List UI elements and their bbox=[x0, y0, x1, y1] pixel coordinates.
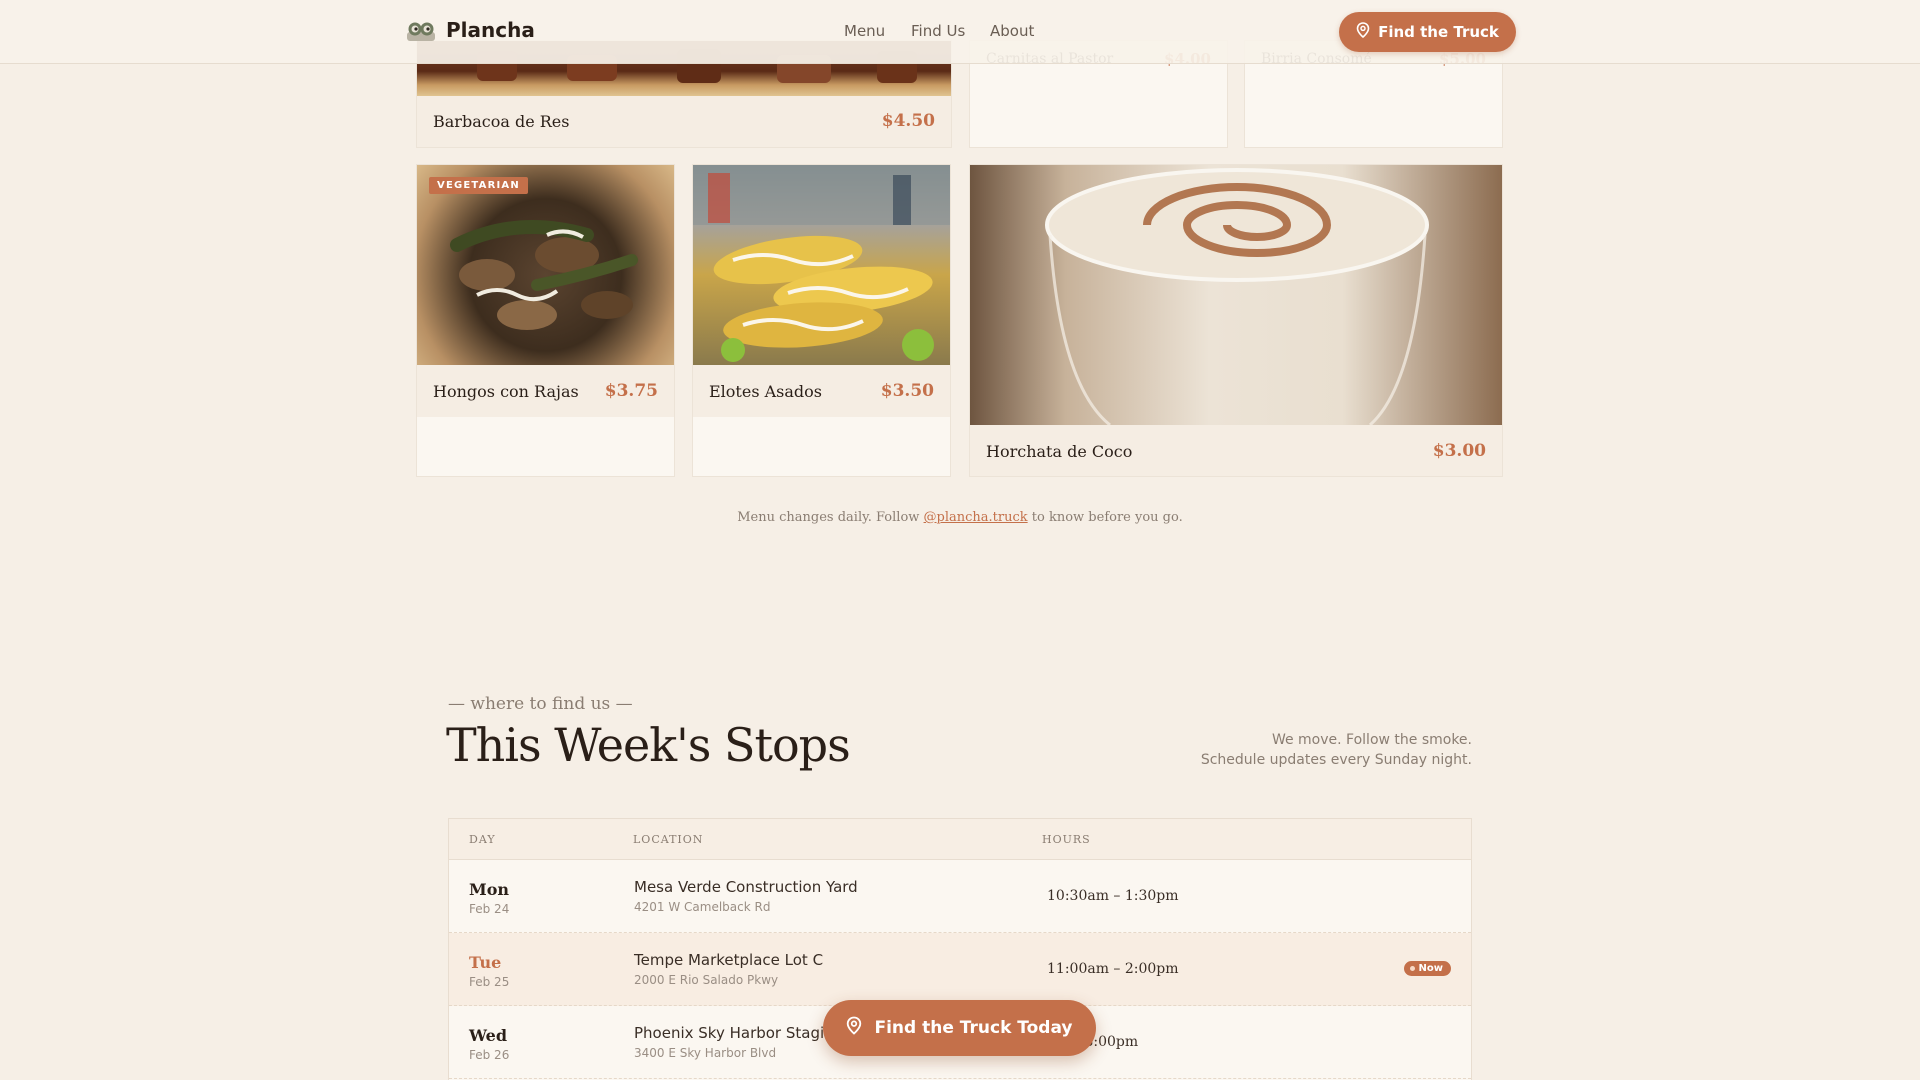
table-row[interactable]: Mon Feb 24 Mesa Verde Construction Yard … bbox=[449, 860, 1471, 933]
row-location: Mesa Verde Construction Yard bbox=[634, 878, 858, 896]
nav-link-menu[interactable]: Menu bbox=[844, 22, 885, 40]
menu-note-text: Menu changes daily. Follow bbox=[737, 510, 924, 525]
subtitle-line: We move. Follow the smoke. bbox=[1271, 732, 1472, 748]
horchata-image bbox=[970, 165, 1502, 425]
subtitle-line: Schedule updates every Sunday night. bbox=[1200, 752, 1472, 768]
column-header-location: LOCATION bbox=[633, 833, 704, 846]
section-title: This Week's Stops bbox=[446, 718, 851, 772]
row-address: 4201 W Camelback Rd bbox=[634, 900, 771, 914]
menu-item-price: $3.75 bbox=[604, 381, 658, 401]
menu-note: Menu changes daily. Follow @plancha.truc… bbox=[0, 510, 1920, 525]
row-address: 3400 E Sky Harbor Blvd bbox=[634, 1046, 777, 1060]
row-hours: 10:30am – 1:30pm bbox=[1047, 888, 1179, 904]
row-hours: 11:00am – 2:00pm bbox=[1047, 961, 1179, 977]
live-dot-icon bbox=[1409, 966, 1415, 971]
nav-link-about[interactable]: About bbox=[990, 22, 1034, 40]
menu-note-suffix: to know before you go. bbox=[1027, 510, 1183, 525]
top-nav: Plancha Menu Find Us About Find the Truc… bbox=[0, 0, 1920, 64]
find-truck-label: Find the Truck bbox=[1378, 23, 1499, 41]
menu-card-elotes[interactable]: Elotes Asados $3.50 bbox=[692, 164, 951, 477]
row-date: Feb 25 bbox=[469, 975, 510, 989]
menu-item-price: $3.50 bbox=[880, 381, 934, 401]
brand-name: Plancha bbox=[446, 18, 535, 42]
elotes-image bbox=[693, 165, 950, 365]
menu-card-hongos[interactable]: VEGETARIAN Hongos con Rajas $3.75 bbox=[416, 164, 675, 477]
menu-item-price: $4.50 bbox=[881, 111, 935, 131]
row-date: Feb 26 bbox=[469, 1048, 510, 1062]
menu-card-horchata[interactable]: Horchata de Coco $3.00 bbox=[969, 164, 1503, 477]
now-badge: Now bbox=[1403, 961, 1451, 976]
column-header-hours: HOURS bbox=[1042, 833, 1091, 846]
row-day: Wed bbox=[469, 1026, 508, 1045]
section-eyebrow: — where to find us — bbox=[448, 694, 633, 714]
location-pin-icon bbox=[846, 1016, 862, 1040]
section-subtitle: We move. Follow the smoke. Schedule upda… bbox=[1201, 730, 1472, 770]
table-row-active[interactable]: Tue Feb 25 Tempe Marketplace Lot C 2000 … bbox=[449, 933, 1471, 1006]
location-pin-icon bbox=[1356, 22, 1370, 42]
find-truck-today-button[interactable]: Find the Truck Today bbox=[823, 1000, 1096, 1056]
vegetarian-badge: VEGETARIAN bbox=[429, 177, 528, 194]
hongos-image: VEGETARIAN bbox=[417, 165, 674, 365]
row-location: Tempe Marketplace Lot C bbox=[634, 951, 824, 969]
find-truck-today-label: Find the Truck Today bbox=[874, 1018, 1073, 1038]
find-truck-button[interactable]: Find the Truck bbox=[1339, 12, 1516, 52]
menu-item-name: Barbacoa de Res bbox=[433, 112, 570, 131]
nav-link-find-us[interactable]: Find Us bbox=[911, 22, 965, 40]
row-address: 2000 E Rio Salado Pkwy bbox=[634, 973, 779, 987]
now-label: Now bbox=[1418, 963, 1443, 974]
brand[interactable]: Plancha bbox=[406, 18, 535, 42]
row-location: Phoenix Sky Harbor Staging bbox=[634, 1024, 844, 1042]
row-day: Mon bbox=[469, 880, 510, 899]
menu-item-name: Hongos con Rajas bbox=[433, 382, 579, 401]
menu-item-name: Horchata de Coco bbox=[986, 442, 1133, 461]
row-date: Feb 24 bbox=[469, 902, 510, 916]
row-day: Tue bbox=[469, 953, 502, 972]
menu-item-price: $3.00 bbox=[1432, 441, 1486, 461]
menu-item-name: Elotes Asados bbox=[709, 382, 823, 401]
logo-icon bbox=[406, 18, 436, 42]
column-header-day: DAY bbox=[469, 833, 496, 846]
instagram-handle-link[interactable]: @plancha.truck bbox=[924, 510, 1028, 525]
table-header: DAY LOCATION HOURS bbox=[449, 819, 1471, 860]
